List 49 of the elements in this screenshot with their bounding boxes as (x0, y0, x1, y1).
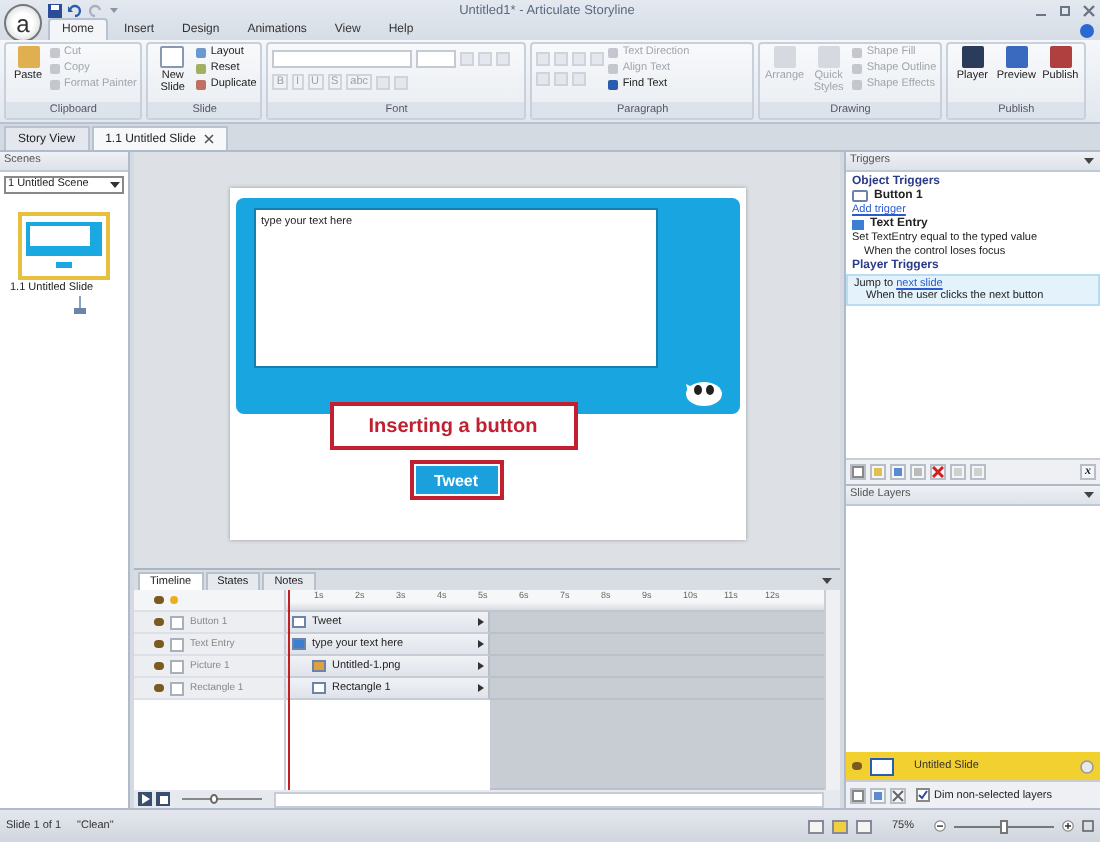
app-logo[interactable]: a (4, 4, 42, 42)
slider-thumb[interactable] (210, 794, 218, 804)
lock-checkbox[interactable] (170, 637, 184, 651)
delete-icon[interactable] (930, 464, 946, 480)
fit-icon[interactable] (1082, 820, 1094, 832)
help-icon[interactable] (1080, 24, 1094, 38)
horizontal-scrollbar[interactable] (274, 791, 824, 807)
dropdown-icon[interactable] (1084, 491, 1094, 499)
maximize-icon[interactable] (1058, 3, 1072, 17)
dropdown-icon[interactable] (822, 578, 832, 586)
eye-icon[interactable] (154, 640, 164, 648)
slide-thumbnail[interactable] (18, 212, 110, 280)
lock-checkbox[interactable] (170, 659, 184, 673)
vertical-scrollbar[interactable] (824, 590, 840, 790)
gear-icon[interactable] (1080, 759, 1094, 773)
zoom-in-icon[interactable] (1062, 820, 1074, 832)
font-name-field[interactable] (272, 50, 413, 68)
eye-icon[interactable] (154, 618, 164, 626)
eye-icon[interactable] (852, 762, 862, 770)
font-size-field[interactable] (416, 50, 457, 68)
lock-icon[interactable] (170, 596, 178, 604)
text-entry-icon (852, 219, 864, 229)
expand-icon[interactable] (478, 640, 484, 648)
expand-icon[interactable] (478, 684, 484, 692)
eye-icon[interactable] (154, 684, 164, 692)
callout-label: Inserting a button (329, 402, 577, 450)
undo-icon[interactable] (68, 3, 82, 17)
slide-thumbnail-icon (870, 757, 894, 775)
lock-checkbox[interactable] (170, 615, 184, 629)
connector-icon (74, 296, 86, 316)
redo-icon[interactable] (88, 3, 102, 17)
close-icon[interactable] (1082, 3, 1096, 17)
dropdown-icon[interactable] (110, 181, 120, 189)
expand-icon[interactable] (478, 618, 484, 626)
dropdown-icon[interactable] (1084, 157, 1094, 165)
expand-icon[interactable] (478, 662, 484, 670)
slide-view-icon[interactable] (831, 819, 848, 833)
play-button[interactable] (138, 792, 152, 806)
dim-checkbox[interactable] (916, 788, 930, 802)
delete-icon[interactable] (890, 787, 906, 803)
close-icon[interactable] (203, 134, 214, 144)
eye-icon[interactable] (154, 662, 164, 670)
zoom-out-icon[interactable] (934, 820, 946, 832)
eye-icon[interactable] (154, 596, 164, 604)
slider-thumb[interactable] (1000, 819, 1008, 833)
stop-button[interactable] (156, 792, 170, 806)
button-icon (852, 190, 868, 202)
lock-checkbox[interactable] (170, 681, 184, 695)
save-icon[interactable] (48, 3, 62, 17)
